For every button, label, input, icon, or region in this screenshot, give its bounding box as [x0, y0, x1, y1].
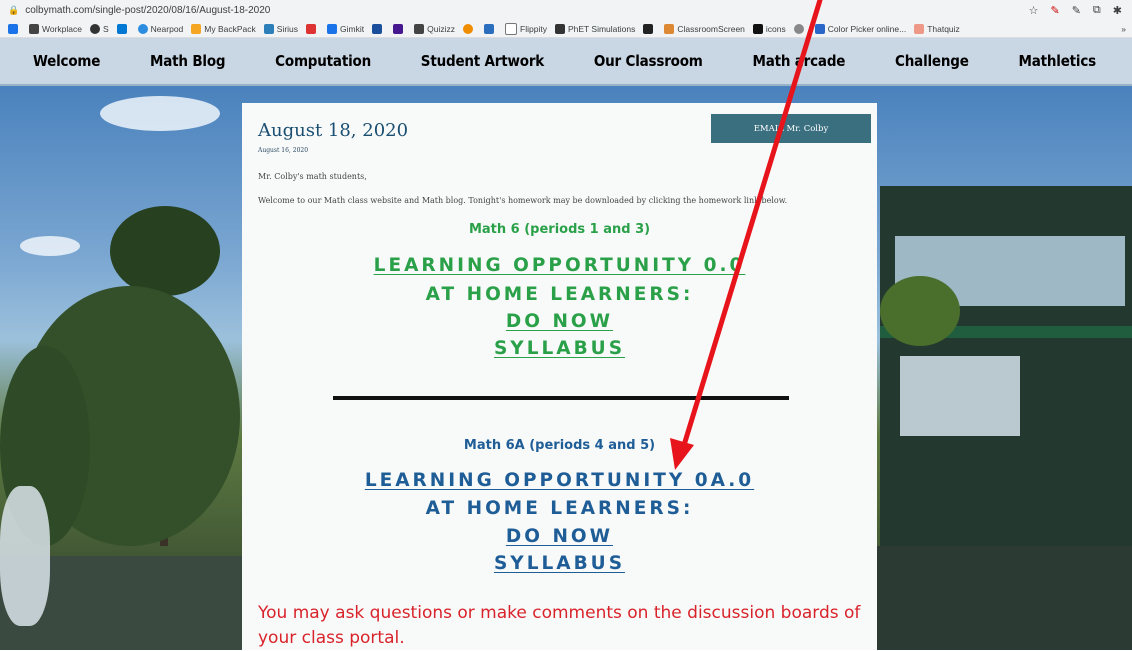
bookmark-quizizz[interactable]: Quizizz: [414, 23, 455, 34]
kahoot-icon[interactable]: [393, 23, 406, 34]
bookmark-thatquiz[interactable]: Thatquiz: [914, 23, 960, 34]
q-icon[interactable]: [372, 23, 385, 34]
puzzle-icon[interactable]: ✱: [1113, 4, 1122, 17]
math6-heading: Math 6 (periods 1 and 3): [468, 222, 651, 237]
bookmark-classroomscreen[interactable]: ClassroomScreen: [664, 23, 745, 34]
nav-math-blog[interactable]: Math Blog: [150, 52, 226, 70]
bookmark-gimkit[interactable]: Gimkit: [327, 23, 364, 34]
greeting-text: Mr. Colby's math students,: [258, 172, 367, 181]
pen-tool-icon[interactable]: ✎: [1072, 4, 1081, 17]
math6a-learning-link[interactable]: LEARNING OPPORTUNITY 0A.0: [365, 470, 754, 491]
nav-welcome[interactable]: Welcome: [33, 52, 100, 70]
math6-do-now-link[interactable]: DO NOW: [506, 311, 613, 332]
more-bookmarks-icon[interactable]: »: [1121, 24, 1126, 34]
bookmark-colorpicker[interactable]: Color Picker online...: [814, 23, 906, 34]
nav-mathletics[interactable]: Mathletics: [1018, 52, 1096, 70]
site-nav: Welcome Math Blog Computation Student Ar…: [0, 38, 1132, 86]
bookmark-s[interactable]: S: [90, 23, 109, 34]
bookmark-mybackpack[interactable]: My BackPack: [191, 23, 256, 34]
bookmark-icons[interactable]: icons: [752, 23, 786, 34]
bookmark-phet[interactable]: PhET Simulations: [554, 23, 635, 34]
nav-our-classroom[interactable]: Our Classroom: [594, 52, 703, 70]
math6-at-home-label: AT HOME LEARNERS:: [425, 284, 694, 305]
nav-student-artwork[interactable]: Student Artwork: [421, 52, 544, 70]
blog-post-panel: August 18, 2020 August 16, 2020 EMAIL Mr…: [242, 103, 877, 650]
nav-math-arcade[interactable]: Math arcade: [752, 52, 845, 70]
address-bar[interactable]: 🔒 colbymath.com/single-post/2020/08/16/A…: [0, 0, 1132, 20]
bookmark-nearpod[interactable]: Nearpod: [137, 23, 183, 34]
discussion-note: You may ask questions or make comments o…: [258, 603, 861, 648]
math6-syllabus-link[interactable]: SYLLABUS: [494, 338, 625, 359]
math6a-at-home-label: AT HOME LEARNERS:: [425, 498, 694, 519]
ball-icon[interactable]: [463, 23, 476, 34]
nav-computation[interactable]: Computation: [275, 52, 371, 70]
bulb-icon[interactable]: [793, 23, 807, 34]
grid-icon[interactable]: [484, 23, 497, 34]
drive-icon[interactable]: [8, 23, 21, 34]
outlook-icon[interactable]: [116, 23, 130, 34]
pen-icon[interactable]: ✎: [1050, 4, 1059, 17]
welcome-text: Welcome to our Math class website and Ma…: [258, 196, 788, 205]
nav-challenge[interactable]: Challenge: [895, 52, 969, 70]
math6a-syllabus-link[interactable]: SYLLABUS: [494, 553, 625, 574]
post-date: August 16, 2020: [258, 147, 309, 154]
x-icon[interactable]: [643, 23, 656, 34]
bookmark-workplace[interactable]: Workplace: [29, 23, 82, 34]
bookmark-sirius[interactable]: Sirius: [263, 23, 298, 34]
post-title: August 18, 2020: [258, 120, 409, 141]
email-button[interactable]: EMAIL Mr. Colby: [711, 114, 871, 143]
math6a-do-now-link[interactable]: DO NOW: [506, 526, 613, 547]
bookmarks-bar: Workplace S Nearpod My BackPack Sirius G…: [0, 20, 1132, 38]
bookmark-flippity[interactable]: Flippity: [505, 22, 547, 35]
desmos-icon[interactable]: [306, 23, 319, 34]
math6a-heading: Math 6A (periods 4 and 5): [463, 438, 656, 453]
extension-icon[interactable]: ⧉: [1093, 4, 1101, 17]
math6-learning-link[interactable]: LEARNING OPPORTUNITY 0.0: [374, 255, 746, 276]
lock-icon: 🔒: [8, 4, 20, 15]
url-text[interactable]: colbymath.com/single-post/2020/08/16/Aug…: [25, 5, 1028, 16]
star-icon[interactable]: ☆: [1029, 4, 1039, 17]
section-divider: [333, 396, 789, 400]
